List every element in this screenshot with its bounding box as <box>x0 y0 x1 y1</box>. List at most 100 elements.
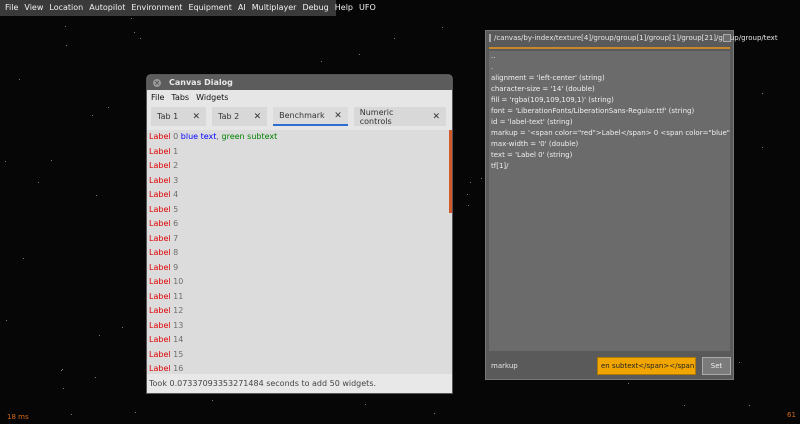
property-line[interactable]: max-width = '0' (double) <box>489 139 730 150</box>
property-line[interactable]: alignment = 'left-center' (string) <box>489 73 730 84</box>
label-word: Label <box>149 335 171 344</box>
scrollbar-thumb[interactable] <box>449 130 452 213</box>
label-word: Label <box>149 161 171 170</box>
star <box>131 18 132 19</box>
label-row: Label 15 <box>147 348 452 363</box>
label-row: Label 4 <box>147 188 452 203</box>
star <box>99 335 100 336</box>
star <box>6 320 7 321</box>
star <box>628 383 629 384</box>
label-number: 2 <box>173 161 179 170</box>
star <box>65 26 66 27</box>
label-row: Label 9 <box>147 261 452 276</box>
window-close-icon[interactable] <box>723 34 731 42</box>
star <box>321 61 322 62</box>
label-number: 10 <box>173 277 184 286</box>
property-line[interactable]: id = 'label-text' (string) <box>489 117 730 128</box>
star <box>762 93 763 94</box>
property-line[interactable]: character-size = '14' (double) <box>489 84 730 95</box>
label-row: Label 2 <box>147 159 452 174</box>
dialog-title-bar[interactable]: × Canvas Dialog <box>147 75 452 90</box>
star <box>135 412 136 413</box>
label-number: 4 <box>173 190 179 199</box>
star <box>365 404 366 405</box>
star <box>481 178 482 179</box>
flightgear-screen: File View Location Autopilot Environment… <box>0 0 800 424</box>
label-row: Label 14 <box>147 333 452 348</box>
label-word: Label <box>149 219 171 228</box>
top-menu-bar: File View Location Autopilot Environment… <box>0 0 376 16</box>
star <box>62 369 63 370</box>
close-icon[interactable]: × <box>153 78 161 87</box>
property-title-bar[interactable]: /canvas/by-index/texture[4]/group/group[… <box>486 31 778 45</box>
label-row: Label 8 <box>147 246 452 261</box>
tab-label: Tab 2 <box>218 112 240 121</box>
label-row: Label 6 <box>147 217 452 232</box>
dialog-menu-widgets[interactable]: Widgets <box>196 93 228 102</box>
property-line[interactable]: markup = '<span color="red">Label</span>… <box>489 128 730 139</box>
dialog-menu-bar: File Tabs Widgets <box>147 90 452 104</box>
label-number: 8 <box>173 248 179 257</box>
property-path: /canvas/by-index/texture[4]/group/group[… <box>494 34 778 42</box>
label-word: Label <box>149 233 171 243</box>
close-icon[interactable]: ✕ <box>193 112 201 122</box>
label-number: 0 <box>173 132 179 141</box>
menu-equipment[interactable]: Equipment <box>185 0 234 16</box>
label-row: Label 11 <box>147 290 452 305</box>
label-rows: Label 1 Label 2 Label 3 Label 4 Label 5 Label… <box>147 145 452 377</box>
property-line[interactable]: text = 'Label 0' (string) <box>489 150 730 161</box>
menu-file[interactable]: File <box>2 0 21 16</box>
close-icon[interactable]: ✕ <box>334 111 342 121</box>
star <box>140 38 141 39</box>
close-icon[interactable]: ✕ <box>254 112 262 122</box>
menu-location[interactable]: Location <box>46 0 86 16</box>
star <box>394 38 395 39</box>
menu-help[interactable]: Help <box>332 0 356 16</box>
tab-1[interactable]: Tab 1 ✕ <box>151 107 207 126</box>
label-number: 14 <box>173 335 184 344</box>
label-word: Label <box>149 146 171 156</box>
property-line[interactable]: fill = 'rgba(109,109,109,1)' (string) <box>489 95 730 106</box>
label-word: Label <box>149 306 171 315</box>
label-row: Label 10 <box>147 275 452 290</box>
menu-ufo[interactable]: UFO <box>356 0 379 16</box>
menu-environment[interactable]: Environment <box>128 0 185 16</box>
property-line[interactable]: .. <box>489 51 730 62</box>
star <box>95 377 96 378</box>
menu-debug[interactable]: Debug <box>299 0 331 16</box>
tab-label: Numeric controls <box>359 107 394 126</box>
menu-multiplayer[interactable]: Multiplayer <box>249 0 300 16</box>
property-name-label: markup <box>491 362 518 370</box>
menu-autopilot[interactable]: Autopilot <box>86 0 128 16</box>
property-line[interactable]: . <box>489 62 730 73</box>
property-line[interactable]: tf[1]/ <box>489 161 730 172</box>
star <box>51 160 52 161</box>
label-row: Label 13 <box>147 319 452 334</box>
star <box>96 195 97 196</box>
tab-numeric-controls[interactable]: Numeric controls ✕ <box>353 107 446 126</box>
set-button[interactable]: Set <box>702 357 731 375</box>
close-icon[interactable]: ✕ <box>432 112 440 122</box>
tab-benchmark[interactable]: Benchmark ✕ <box>273 107 348 126</box>
label-number: 5 <box>173 204 179 214</box>
dialog-menu-file[interactable]: File <box>151 93 164 102</box>
star <box>92 115 93 116</box>
property-value-input[interactable]: en subtext</span></span> <box>597 357 696 375</box>
label-word: Label <box>149 291 171 301</box>
star <box>134 32 135 33</box>
property-line[interactable]: font = 'LiberationFonts/LiberationSans-R… <box>489 106 730 117</box>
star <box>468 205 469 206</box>
menu-ai[interactable]: AI <box>235 0 249 16</box>
star <box>684 405 685 406</box>
label-word: Label <box>149 349 171 359</box>
fps-readout: 61 <box>787 411 796 419</box>
label-number: 15 <box>173 349 184 359</box>
dialog-menu-tabs[interactable]: Tabs <box>171 93 189 102</box>
star <box>23 258 24 259</box>
window-toggle-icon[interactable] <box>489 34 491 42</box>
menu-view[interactable]: View <box>21 0 46 16</box>
tab-2[interactable]: Tab 2 ✕ <box>212 107 268 126</box>
label-word: Label <box>149 248 171 257</box>
label-word: Label <box>149 175 171 185</box>
label-row: Label 1 <box>147 145 452 160</box>
